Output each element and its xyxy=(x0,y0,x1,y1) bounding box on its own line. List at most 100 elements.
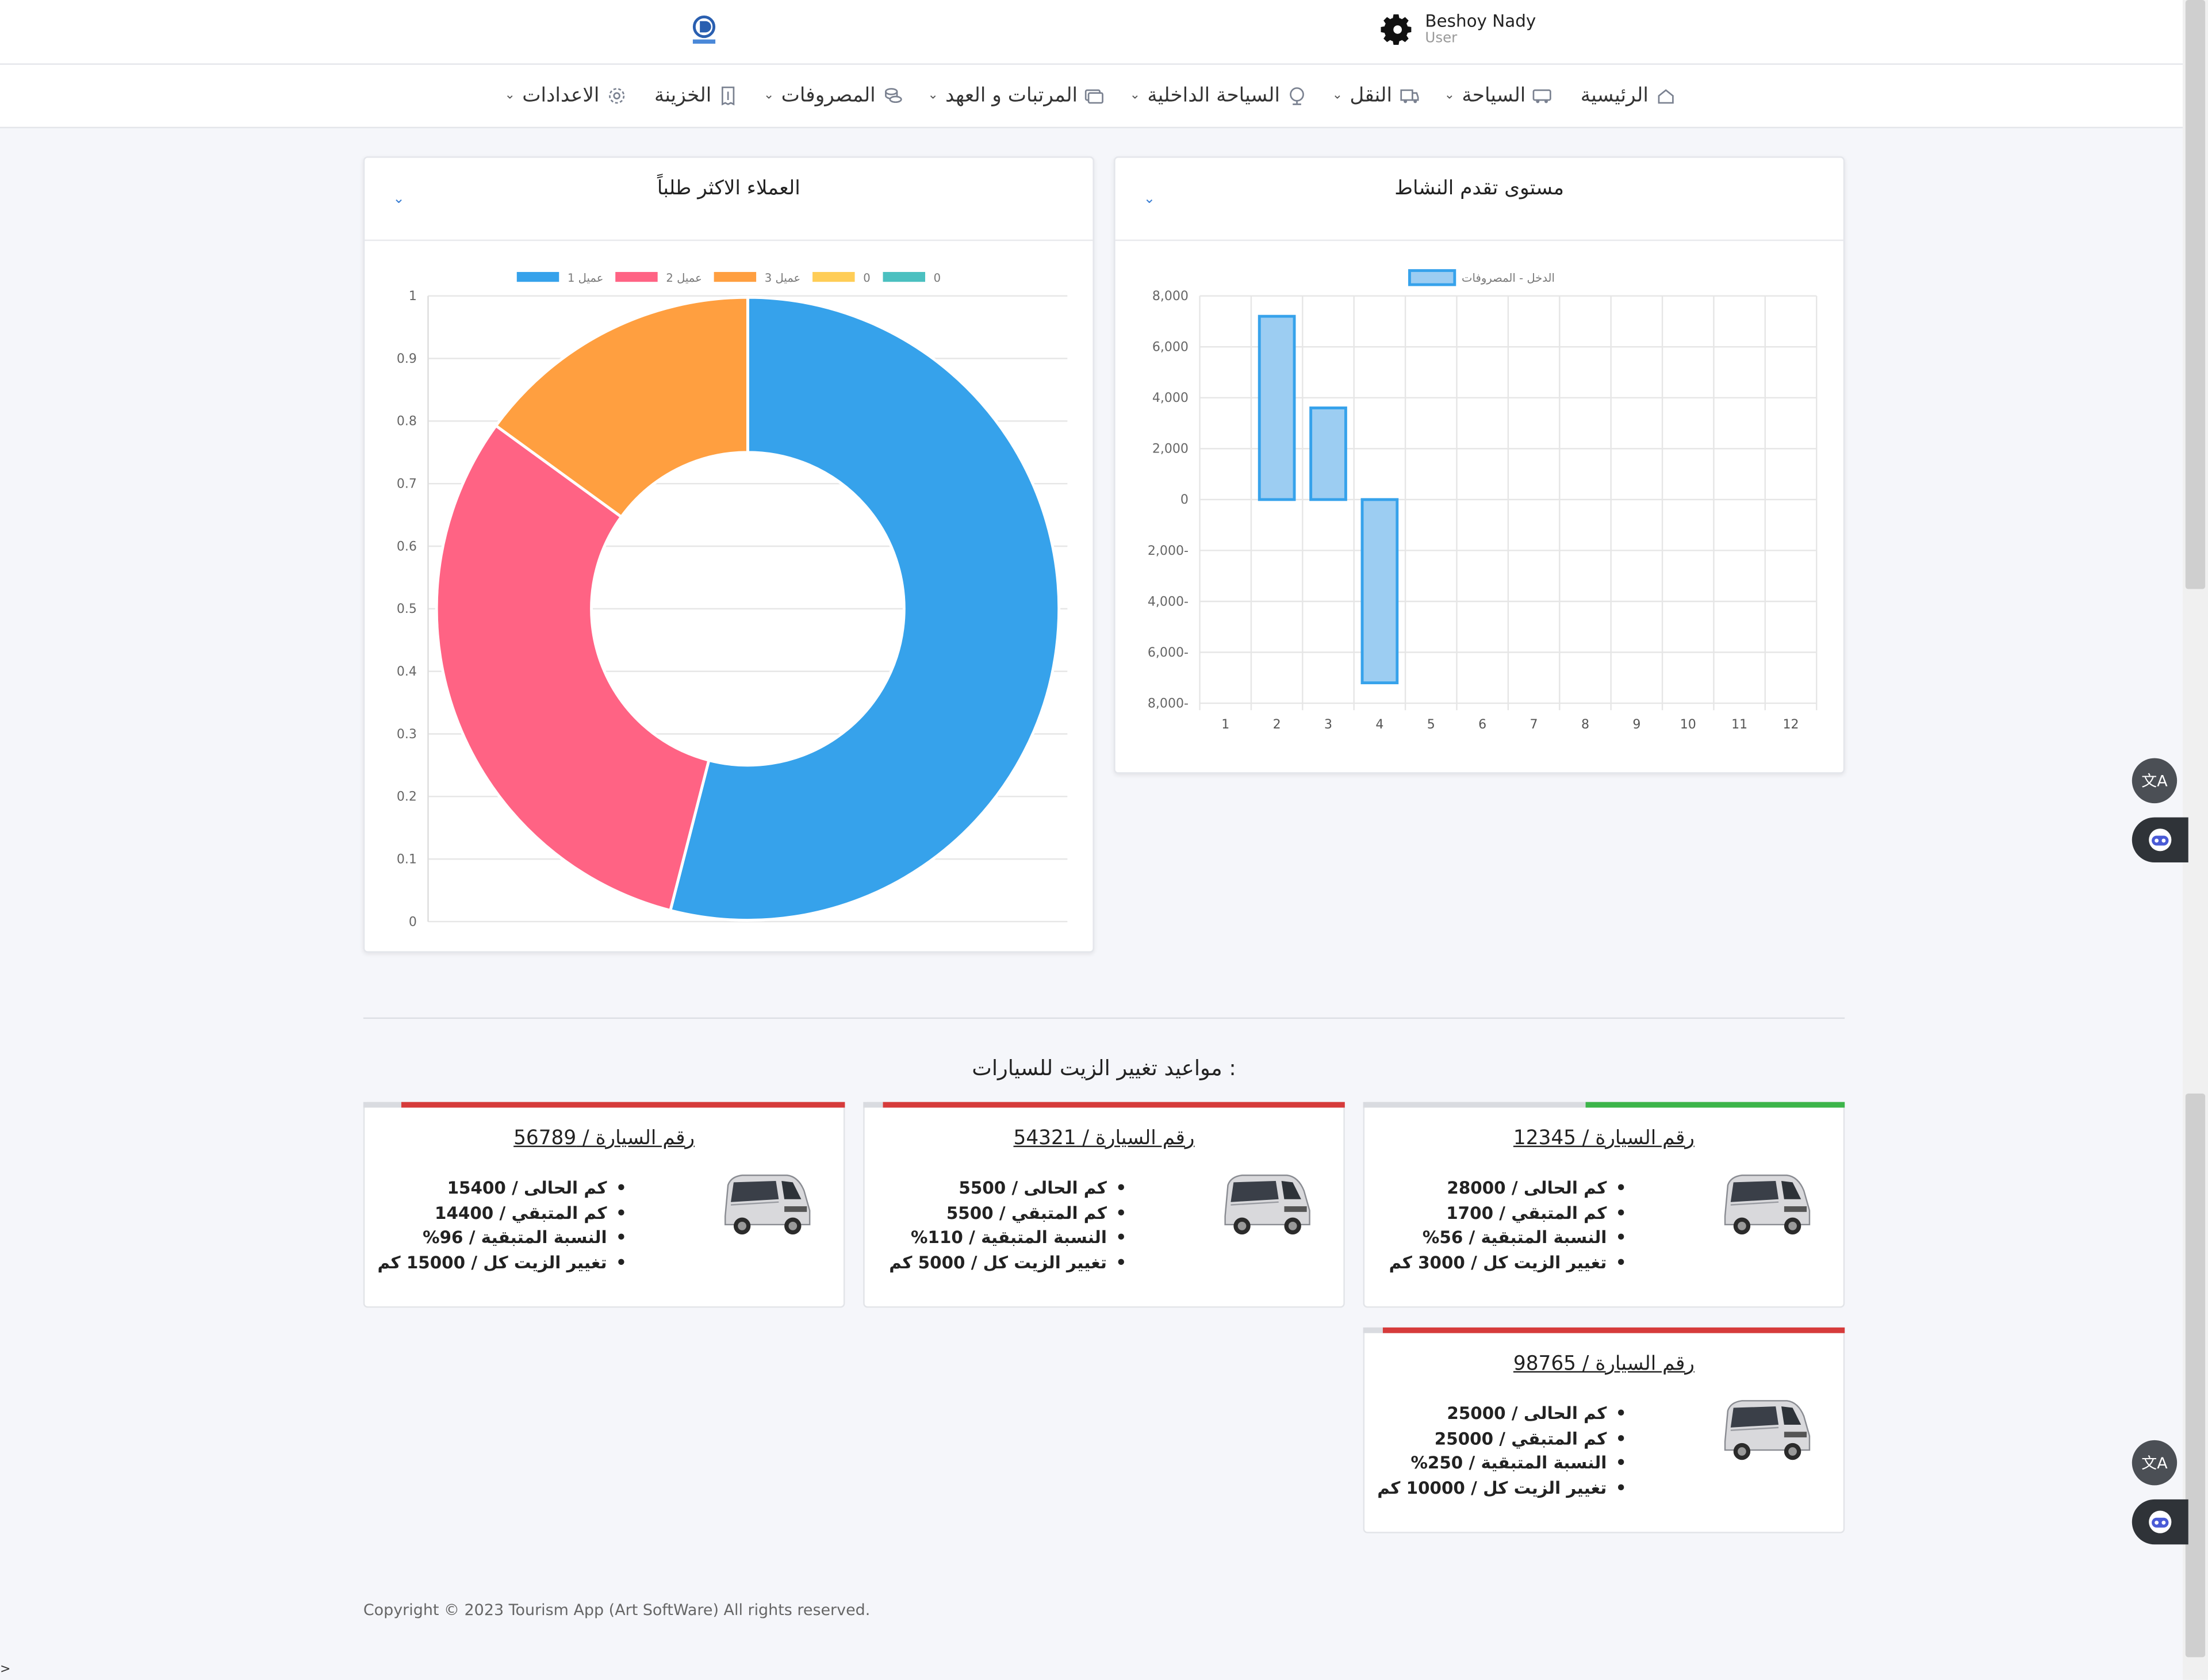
nav-item-label: النقل xyxy=(1350,85,1393,108)
chevron-down-icon: ⌄ xyxy=(763,89,775,103)
oil-progress-bar xyxy=(1363,1327,1845,1333)
y-tick-label: 4,000- xyxy=(1148,594,1189,609)
x-tick-label: 4 xyxy=(1375,718,1383,732)
legend-swatch xyxy=(883,272,925,282)
translate-icon: 文A xyxy=(2141,1454,2168,1473)
x-tick-label: 1 xyxy=(1221,718,1229,732)
y-tick-label: 8,000 xyxy=(1152,289,1189,304)
y-tick-label: 0.4 xyxy=(397,665,417,679)
nav-item-gear[interactable]: الاعدادات ⌄ xyxy=(504,85,626,107)
x-tick-label: 5 xyxy=(1427,718,1435,732)
nav-item-receipt[interactable]: الخزينة xyxy=(654,85,738,107)
nav-item-home[interactable]: الرئيسية xyxy=(1581,85,1676,107)
x-tick-label: 3 xyxy=(1324,718,1332,732)
car-oil-details: كم الحالى / 25000كم المتبقي / 25000النسب… xyxy=(1377,1402,1626,1502)
translate-button[interactable]: 文A xyxy=(2132,1440,2178,1486)
y-tick-label: 1 xyxy=(409,289,417,304)
globe-icon xyxy=(1287,86,1306,106)
x-tick-label: 8 xyxy=(1581,718,1589,732)
activity-progress-chart: الدخل - المصروفات 8,000 6,000 4,000 2,000 0 2,… xyxy=(1148,269,1818,732)
x-tick-label: 11 xyxy=(1731,718,1747,732)
nav-item-truck[interactable]: النقل ⌄ xyxy=(1332,85,1419,108)
car-number-link[interactable]: رقم السيارة / 98765 xyxy=(1364,1353,1843,1375)
x-tick-label: 2 xyxy=(1273,718,1281,732)
section-divider xyxy=(363,1017,1845,1019)
van-image xyxy=(1719,1168,1812,1239)
oil-progress-bar xyxy=(863,1102,1345,1108)
bar[interactable] xyxy=(1360,498,1399,685)
assistant-button[interactable] xyxy=(2132,817,2188,863)
car-detail-item: كم الحالى / 28000 xyxy=(1389,1177,1627,1202)
doughnut-slice[interactable] xyxy=(435,424,711,912)
bar[interactable] xyxy=(1258,314,1296,501)
oil-progress-fill xyxy=(1382,1327,1845,1333)
legend-label: عميل 3 xyxy=(765,271,800,285)
y-tick-label: 6,000 xyxy=(1152,340,1189,355)
car-detail-item: تغيير الزيت كل / 15000 كم xyxy=(377,1252,626,1276)
car-detail-item: كم المتبقي / 1700 xyxy=(1389,1202,1627,1226)
legend-label: عميل 2 xyxy=(666,271,702,285)
van-image xyxy=(719,1168,812,1239)
y-tick-label: 0 xyxy=(409,915,417,929)
top-clients-card: العملاء الاكثر طلباً ⌄ عميل 1 عميل 2 عميل … xyxy=(363,156,1094,953)
nav-item-globe[interactable]: السياحة الداخلية ⌄ xyxy=(1130,85,1307,107)
legend-swatch xyxy=(812,272,855,282)
user-menu[interactable]: Beshoy Nady User xyxy=(1380,11,1536,48)
chevron-down-icon: ⌄ xyxy=(1444,89,1455,103)
car-detail-item: كم المتبقي / 25000 xyxy=(1377,1427,1627,1452)
card-header: مستوى تقدم النشاط ⌄ xyxy=(1115,158,1843,241)
y-tick-label: 0 xyxy=(1180,493,1189,507)
nav-item-label: السياحة xyxy=(1462,85,1526,108)
y-tick-label: 6,000- xyxy=(1148,646,1189,660)
scrollbar-thumb[interactable] xyxy=(2185,0,2206,589)
bar[interactable] xyxy=(1309,406,1347,501)
nav-item-label: المرتبات و العهد xyxy=(945,85,1078,108)
receipt-icon xyxy=(718,86,738,106)
activity-progress-card: مستوى تقدم النشاط ⌄ الدخل - المصروفات 8,0… xyxy=(1114,156,1845,774)
chevron-down-icon[interactable]: ⌄ xyxy=(393,191,405,207)
nav-item-label: الخزينة xyxy=(654,85,712,108)
app-logo[interactable] xyxy=(686,14,723,48)
card-header: العملاء الاكثر طلباً ⌄ xyxy=(365,158,1093,241)
nav-item-label: المصروفات xyxy=(781,85,876,108)
y-tick-label: 0.1 xyxy=(397,852,417,866)
bus-icon xyxy=(1533,86,1552,106)
oil-progress-fill xyxy=(882,1102,1345,1108)
oil-progress-fill xyxy=(1585,1102,1845,1108)
gear-icon xyxy=(607,86,626,106)
footer-copyright: Copyright © 2023 Tourism App (Art SoftWa… xyxy=(363,1601,871,1620)
nav-item-cash[interactable]: المرتبات و العهد ⌄ xyxy=(927,85,1104,108)
translate-button[interactable]: 文A xyxy=(2132,758,2178,804)
car-oil-card: رقم السيارة / 98765 كم الحالى / 25000كم ا… xyxy=(1363,1327,1845,1533)
x-tick-label: 10 xyxy=(1680,718,1696,732)
chevron-down-icon: ⌄ xyxy=(504,89,516,103)
car-detail-item: النسبة المتبقية / 250% xyxy=(1377,1452,1626,1477)
chevron-down-icon: ⌄ xyxy=(1332,89,1343,103)
oil-progress-bar xyxy=(1363,1102,1845,1108)
car-oil-details: كم الحالى / 28000كم المتبقي / 1700النسبة… xyxy=(1389,1177,1627,1277)
legend-label: الدخل - المصروفات xyxy=(1462,271,1555,285)
y-tick-label: 0.7 xyxy=(397,477,417,492)
car-oil-details: كم الحالى / 5500كم المتبقي / 5500النسبة … xyxy=(889,1177,1126,1277)
assistant-button[interactable] xyxy=(2132,1499,2188,1545)
nav-item-bus[interactable]: السياحة ⌄ xyxy=(1444,85,1552,108)
chevron-down-icon[interactable]: ⌄ xyxy=(1144,191,1156,207)
chevron-down-icon: ⌄ xyxy=(927,89,938,103)
user-role: User xyxy=(1425,30,1458,47)
car-oil-details: كم الحالى / 15400كم المتبقي / 14400النسب… xyxy=(377,1177,626,1277)
nav-item-coins[interactable]: المصروفات ⌄ xyxy=(763,85,902,108)
card-title: مستوى تقدم النشاط xyxy=(1394,177,1565,201)
y-tick-label: 0.5 xyxy=(397,602,417,616)
robot-icon xyxy=(2149,829,2172,851)
y-tick-label: 0.2 xyxy=(397,790,417,804)
car-detail-item: النسبة المتبقية / 96% xyxy=(377,1226,627,1251)
car-number-link[interactable]: رقم السيارة / 12345 xyxy=(1364,1127,1843,1150)
gear-icon[interactable] xyxy=(1380,13,1414,47)
x-tick-label: 9 xyxy=(1632,718,1640,732)
legend-swatch xyxy=(1408,269,1456,286)
oil-progress-bar xyxy=(363,1102,845,1108)
scrollbar-thumb[interactable] xyxy=(2185,1093,2206,1658)
legend-swatch xyxy=(516,272,559,282)
car-number-link[interactable]: رقم السيارة / 56789 xyxy=(365,1127,844,1150)
car-number-link[interactable]: رقم السيارة / 54321 xyxy=(865,1127,1344,1150)
